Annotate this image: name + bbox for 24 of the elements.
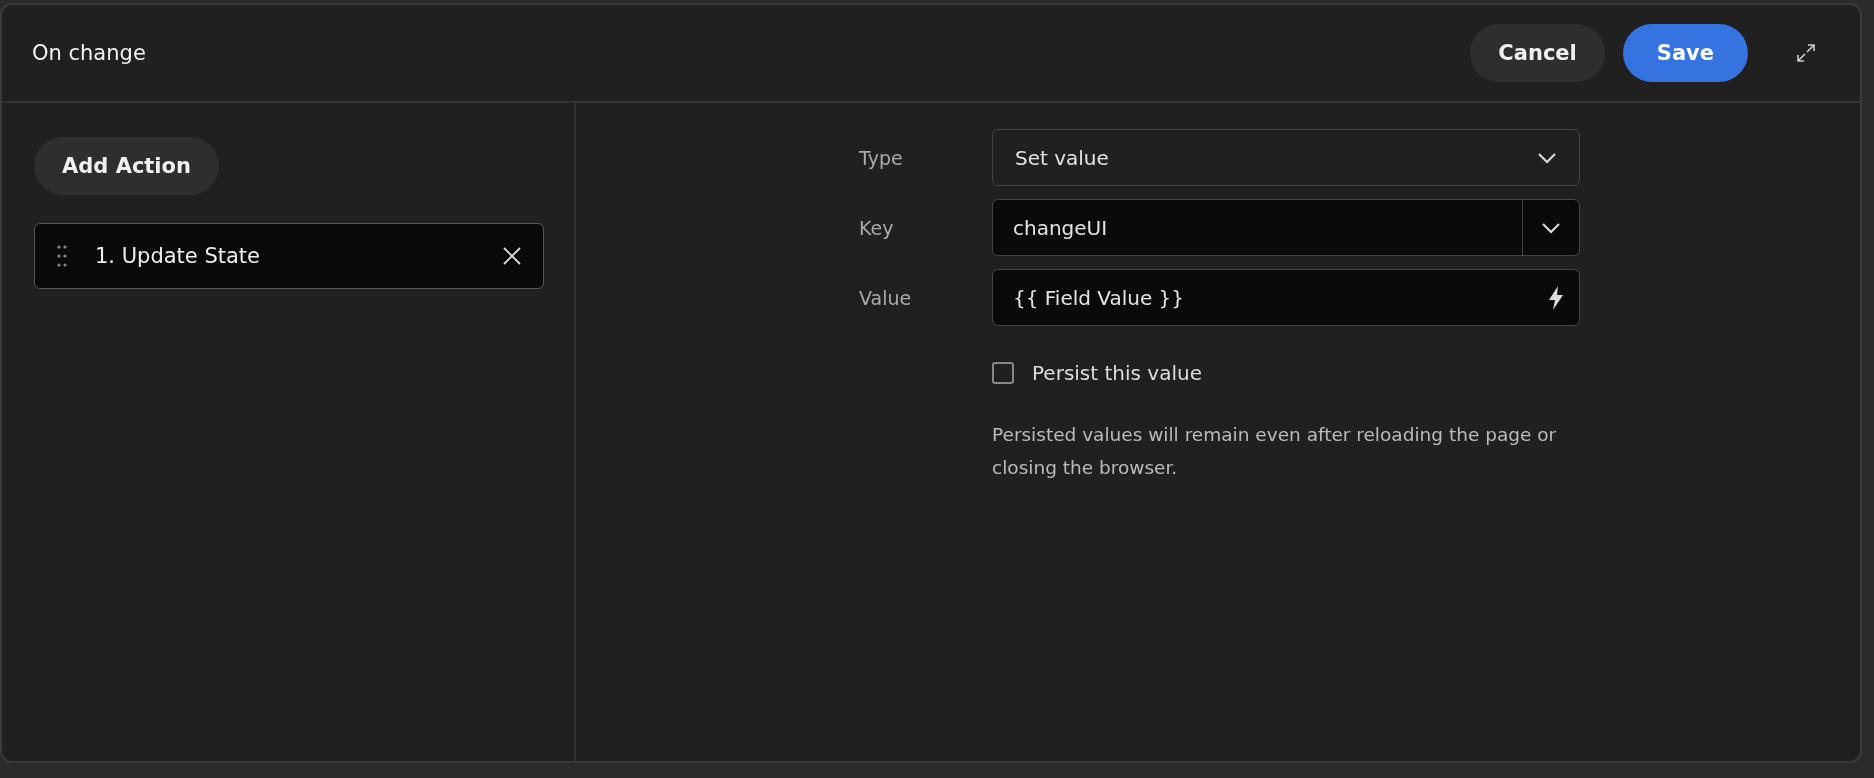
drag-handle-icon[interactable] xyxy=(57,244,67,268)
field-label: Value xyxy=(859,286,913,309)
checkbox[interactable] xyxy=(992,362,1014,384)
key-combobox[interactable]: changeUI xyxy=(992,199,1580,256)
chevron-down-icon xyxy=(1537,151,1557,164)
value-input[interactable]: {{ Field Value }} xyxy=(992,269,1580,326)
dialog-title: On change xyxy=(32,41,147,65)
lightning-icon[interactable] xyxy=(1547,284,1565,311)
chevron-down-icon xyxy=(1541,221,1561,234)
help-text: Persisted values will remain even after reloading the page or closing the browser. xyxy=(992,423,1558,480)
save-button[interactable]: Save xyxy=(1622,24,1748,82)
cancel-button[interactable]: Cancel xyxy=(1470,24,1605,82)
field-value: {{ Field Value }} xyxy=(1013,285,1186,310)
field-label: Type xyxy=(859,146,904,169)
type-select[interactable]: Set value xyxy=(992,129,1580,186)
close-icon[interactable] xyxy=(503,247,521,265)
checkbox-label: Persist this value xyxy=(1032,361,1202,385)
field-value: changeUI xyxy=(1013,215,1109,240)
action-item[interactable]: 1. Update State xyxy=(34,223,544,289)
add-action-button[interactable]: Add Action xyxy=(34,137,219,195)
action-label: 1. Update State xyxy=(95,244,262,268)
expand-icon[interactable] xyxy=(1796,43,1816,63)
field-label: Key xyxy=(859,216,895,239)
field-value: Set value xyxy=(1015,145,1110,170)
